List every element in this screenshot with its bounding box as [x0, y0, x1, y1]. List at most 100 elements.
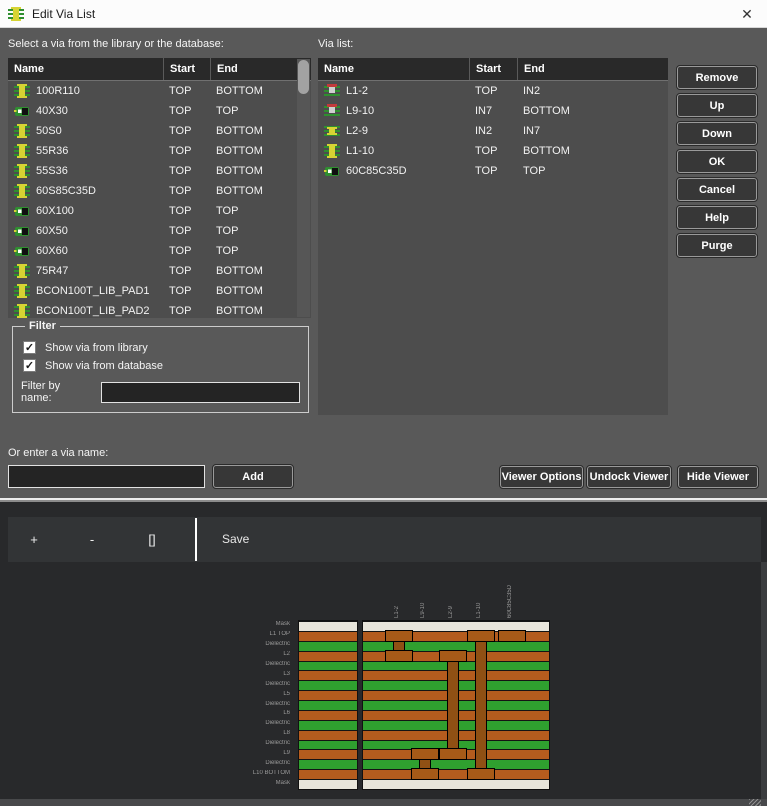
edit-via-list-window: Edit Via List ✕ Select a via from the li…: [0, 0, 767, 806]
help-button[interactable]: Help: [677, 206, 757, 229]
via-row[interactable]: L1-10TOPBOTTOM: [318, 141, 668, 161]
via-start-cell: TOP: [469, 85, 517, 97]
via-end-cell: BOTTOM: [517, 145, 668, 157]
via-start-cell: TOP: [163, 205, 210, 217]
via-row[interactable]: 60C85C35DTOPTOP: [318, 161, 668, 181]
via-name-input[interactable]: [8, 465, 205, 488]
via-start-cell: TOP: [163, 285, 210, 297]
stackup-layer-copper: [363, 769, 549, 779]
via-name-cell: 60X50: [36, 225, 163, 237]
checkbox-checked-icon[interactable]: ✓: [23, 341, 36, 354]
via-row[interactable]: 60X50TOPTOP: [8, 221, 311, 241]
via-row[interactable]: L1-2TOPIN2: [318, 81, 668, 101]
resize-grip[interactable]: [749, 799, 761, 806]
via-type-smd-icon: [324, 164, 340, 178]
column-header-name[interactable]: Name: [318, 58, 469, 80]
ok-button[interactable]: OK: [677, 150, 757, 173]
filter-by-name-input[interactable]: [101, 382, 300, 403]
via-start-cell: TOP: [163, 165, 210, 177]
stackup-layer-mask: [299, 621, 357, 631]
zoom-in-button[interactable]: +: [14, 517, 54, 562]
via-name-cell: 60C85C35D: [346, 165, 469, 177]
show-database-checkbox-row[interactable]: ✓ Show via from database: [23, 359, 300, 372]
via-name-cell: BCON100T_LIB_PAD2: [36, 305, 163, 317]
via-row[interactable]: 60S85C35DTOPBOTTOM: [8, 181, 311, 201]
via-row[interactable]: L9-10IN7BOTTOM: [318, 101, 668, 121]
scrollbar-thumb[interactable]: [298, 60, 309, 94]
remove-button[interactable]: Remove: [677, 66, 757, 89]
via-start-cell: TOP: [163, 265, 210, 277]
via-row[interactable]: 55R36TOPBOTTOM: [8, 141, 311, 161]
stackup-layer-dielectric: [299, 700, 357, 710]
via-column-label: L2-9: [448, 584, 455, 618]
stackup-layer-dielectric: [363, 759, 549, 769]
column-header-name[interactable]: Name: [8, 58, 163, 80]
via-list-table: Name Start End L1-2TOPIN2L9-10IN7BOTTOML…: [318, 58, 668, 415]
via-column-label: L9-10: [420, 584, 427, 618]
zoom-fit-button[interactable]: []: [132, 517, 172, 562]
via-barrel: [447, 652, 459, 759]
via-end-cell: TOP: [517, 165, 668, 177]
via-barrel: [475, 632, 487, 778]
column-header-end[interactable]: End: [517, 58, 668, 80]
library-section-label: Select a via from the library or the dat…: [8, 38, 224, 50]
column-header-start[interactable]: Start: [469, 58, 517, 80]
via-type-thru-icon: [14, 264, 30, 278]
via-end-cell: TOP: [210, 105, 311, 117]
stackup-layer-copper: [299, 631, 357, 641]
stackup-layer-copper: [299, 670, 357, 680]
via-start-cell: TOP: [163, 245, 210, 257]
via-row[interactable]: 60X100TOPTOP: [8, 201, 311, 221]
via-row[interactable]: 50S0TOPBOTTOM: [8, 121, 311, 141]
via-row[interactable]: BCON100T_LIB_PAD1TOPBOTTOM: [8, 281, 311, 301]
show-library-checkbox-row[interactable]: ✓ Show via from library: [23, 341, 300, 354]
via-row[interactable]: 40X30TOPTOP: [8, 101, 311, 121]
via-row[interactable]: 100R110TOPBOTTOM: [8, 81, 311, 101]
stackup-layer-mask: [363, 779, 549, 789]
via-type-thru-icon: [14, 304, 30, 318]
via-name-cell: L2-9: [346, 125, 469, 137]
column-header-start[interactable]: Start: [163, 58, 210, 80]
via-type-buried-icon: [324, 124, 340, 138]
viewer-options-button[interactable]: Viewer Options: [500, 466, 583, 488]
via-end-cell: TOP: [210, 245, 311, 257]
via-end-cell: BOTTOM: [210, 285, 311, 297]
via-column-label: 60C85C35D: [507, 584, 514, 618]
stackup-layer-label: Mask: [224, 621, 290, 627]
undock-viewer-button[interactable]: Undock Viewer: [587, 466, 671, 488]
library-table-scrollbar[interactable]: [297, 59, 310, 317]
zoom-out-button[interactable]: -: [72, 517, 112, 562]
toolbar-separator: [195, 518, 197, 561]
library-table-header: Name Start End: [8, 58, 311, 81]
up-button[interactable]: Up: [677, 94, 757, 117]
via-end-cell: TOP: [210, 225, 311, 237]
via-end-cell: BOTTOM: [210, 85, 311, 97]
via-end-cell: IN2: [517, 85, 668, 97]
cancel-button[interactable]: Cancel: [677, 178, 757, 201]
via-pad: [411, 768, 439, 780]
column-header-end[interactable]: End: [210, 58, 311, 80]
via-name-cell: 60S85C35D: [36, 185, 163, 197]
hide-viewer-button[interactable]: Hide Viewer: [678, 466, 758, 488]
checkbox-checked-icon[interactable]: ✓: [23, 359, 36, 372]
library-table-body: 100R110TOPBOTTOM40X30TOPTOP50S0TOPBOTTOM…: [8, 81, 311, 318]
via-row[interactable]: L2-9IN2IN7: [318, 121, 668, 141]
close-icon[interactable]: ✕: [735, 3, 759, 25]
purge-button[interactable]: Purge: [677, 234, 757, 257]
stackup-layer-label: Dielectric: [224, 740, 290, 746]
stackup-layer-copper: [299, 769, 357, 779]
via-row[interactable]: 55S36TOPBOTTOM: [8, 161, 311, 181]
via-row[interactable]: 60X60TOPTOP: [8, 241, 311, 261]
stackup-layer-label: L1 TOP: [224, 631, 290, 637]
stackup-layer-label: L2: [224, 651, 290, 657]
via-row[interactable]: BCON100T_LIB_PAD2TOPBOTTOM: [8, 301, 311, 318]
via-row[interactable]: 75R47TOPBOTTOM: [8, 261, 311, 281]
down-button[interactable]: Down: [677, 122, 757, 145]
via-start-cell: TOP: [469, 145, 517, 157]
via-pad: [439, 650, 467, 662]
filter-groupbox-title: Filter: [25, 320, 60, 332]
stackup-layer-copper: [299, 730, 357, 740]
save-button[interactable]: Save: [222, 517, 249, 562]
add-button[interactable]: Add: [213, 465, 293, 488]
title-bar: Edit Via List ✕: [0, 0, 767, 28]
